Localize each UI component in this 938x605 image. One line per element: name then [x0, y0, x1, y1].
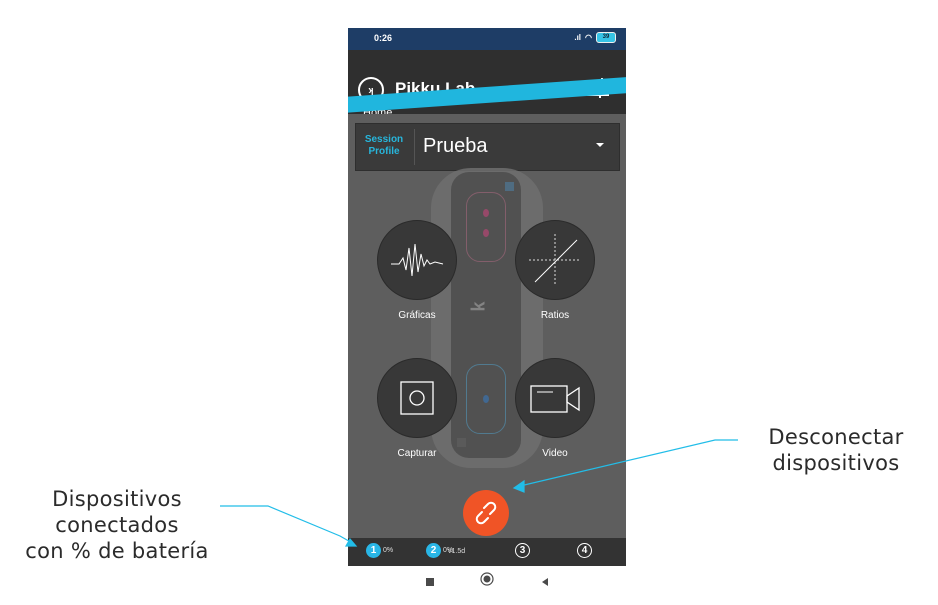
annotation-pointers	[220, 439, 738, 547]
pointer-line-right	[519, 439, 738, 487]
pointer-line-left	[220, 505, 355, 545]
pointer-arrowhead-right	[512, 479, 525, 493]
